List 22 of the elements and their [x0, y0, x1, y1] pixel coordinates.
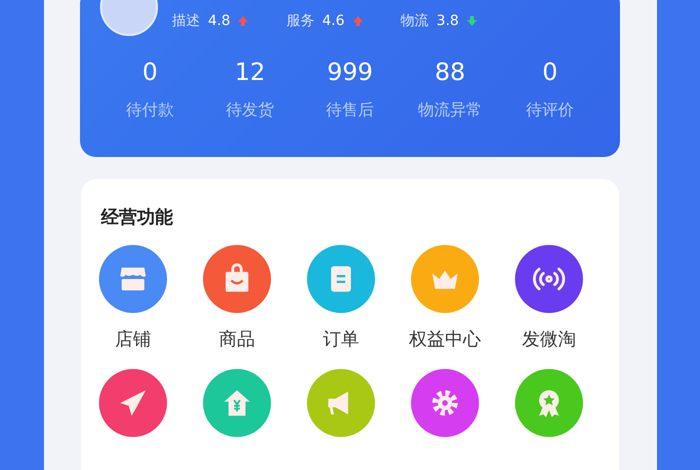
function-label[interactable]: 商品	[219, 327, 255, 349]
rating-score: 4.8	[208, 13, 230, 29]
stat-value[interactable]: 88	[434, 58, 466, 86]
stat-label[interactable]: 待发货	[226, 100, 274, 121]
stat-value[interactable]: 0	[142, 58, 158, 86]
function-label[interactable]: 店铺	[115, 327, 151, 349]
stat-label[interactable]: 待评价	[526, 100, 574, 121]
rating-score: 3.8	[436, 13, 459, 29]
rating-score: 4.6	[322, 13, 345, 29]
stat-value[interactable]: 999	[327, 58, 373, 86]
stat-label[interactable]: 待售后	[326, 100, 374, 121]
stat-label[interactable]: 物流异常	[418, 100, 482, 121]
function-label[interactable]: 订单	[323, 327, 359, 349]
rating-label: 服务	[286, 12, 314, 30]
function-label[interactable]: 发微淘	[522, 327, 576, 349]
stat-value[interactable]: 12	[234, 58, 266, 86]
rating-label: 物流	[400, 12, 429, 30]
stat-value[interactable]: 0	[542, 58, 558, 86]
rating-label: 描述	[172, 12, 200, 30]
function-label[interactable]: 权益中心	[409, 327, 481, 349]
stat-label[interactable]: 待付款	[126, 100, 174, 121]
section-title: 经营功能	[101, 206, 174, 229]
